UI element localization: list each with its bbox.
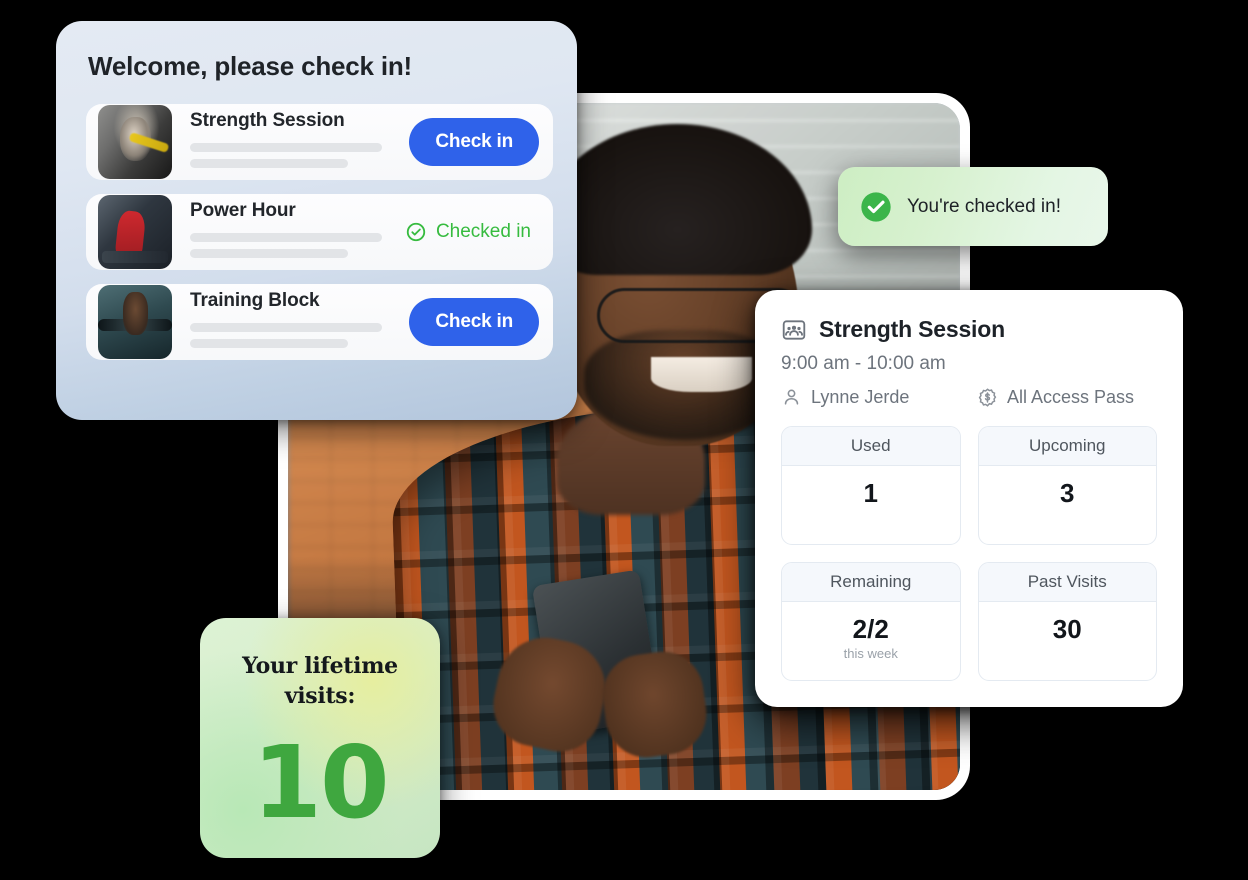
stat-value: 1	[863, 478, 878, 508]
check-circle-filled-icon	[860, 191, 892, 223]
page-title: Welcome, please check in!	[88, 51, 412, 81]
dollar-badge-icon	[977, 387, 998, 408]
status-badge: Checked in	[435, 221, 531, 242]
session-thumbnail-icon	[98, 195, 172, 269]
stat-tile-upcoming: Upcoming 3	[977, 426, 1157, 545]
stat-label: Used	[782, 427, 960, 466]
placeholder-bar	[190, 338, 348, 348]
checked-in-toast: You're checked in!	[838, 167, 1108, 246]
session-time: 9:00 am - 10:00 am	[781, 353, 946, 374]
list-item[interactable]: Power Hour Checked in	[86, 194, 553, 270]
group-class-icon	[781, 317, 807, 343]
instructor-name: Lynne Jerde	[811, 387, 910, 407]
lifetime-visits-value: 10	[252, 724, 389, 842]
session-name: Training Block	[190, 289, 320, 311]
person-icon	[781, 387, 802, 408]
stat-value: 2/2	[852, 614, 889, 644]
check-circle-icon	[405, 221, 427, 243]
checkin-panel: Welcome, please check in! Strength Sessi…	[56, 21, 577, 420]
pass-info: All Access Pass	[977, 387, 1134, 408]
stat-tile-used: Used 1	[781, 426, 961, 545]
session-stats-grid: Used 1 Upcoming 3 Remaining 2/2 this wee…	[781, 426, 1157, 681]
toast-message: You're checked in!	[907, 195, 1061, 217]
checked-in-status: Checked in	[405, 221, 539, 243]
stat-sublabel: this week	[843, 645, 898, 661]
placeholder-bar	[190, 142, 382, 152]
instructor-info: Lynne Jerde	[781, 387, 977, 408]
placeholder-bar	[190, 232, 382, 242]
stat-label: Past Visits	[978, 563, 1156, 602]
placeholder-bar	[190, 248, 348, 258]
hero-illustration: Welcome, please check in! Strength Sessi…	[0, 0, 1248, 880]
stat-value: 30	[1052, 614, 1082, 644]
stat-label: Remaining	[782, 563, 960, 602]
pass-name: All Access Pass	[1007, 387, 1135, 407]
session-detail-card: Strength Session 9:00 am - 10:00 am Lynn…	[755, 290, 1183, 707]
stat-value: 3	[1060, 478, 1075, 508]
check-in-button[interactable]: Check in	[409, 118, 539, 166]
placeholder-bar	[190, 158, 348, 168]
lifetime-visits-card: Your lifetime visits: 10	[200, 618, 440, 858]
session-thumbnail-icon	[98, 105, 172, 179]
session-meta: Lynne Jerde All Access Pass	[781, 387, 1157, 408]
placeholder-bar	[190, 322, 382, 332]
stat-tile-remaining: Remaining 2/2 this week	[781, 562, 961, 681]
lifetime-visits-label: Your lifetime visits:	[242, 653, 398, 709]
session-title: Strength Session	[819, 316, 1005, 342]
session-name: Power Hour	[190, 199, 296, 221]
check-in-button[interactable]: Check in	[409, 298, 539, 346]
session-name: Strength Session	[190, 109, 345, 131]
session-thumbnail-icon	[98, 285, 172, 359]
list-item[interactable]: Strength Session Check in	[86, 104, 553, 180]
stat-label: Upcoming	[978, 427, 1156, 466]
session-detail-header: Strength Session	[781, 316, 1157, 343]
list-item[interactable]: Training Block Check in	[86, 284, 553, 360]
stat-tile-past-visits: Past Visits 30	[977, 562, 1157, 681]
